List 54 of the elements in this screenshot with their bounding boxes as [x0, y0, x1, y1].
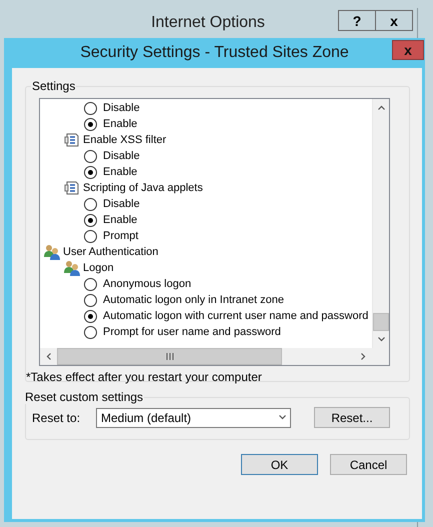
ok-button[interactable]: OK: [241, 454, 318, 475]
radio-button[interactable]: [84, 198, 97, 210]
script-icon: [64, 132, 80, 148]
setting-label: Enable XSS filter: [83, 134, 166, 146]
option-label: Disable: [103, 102, 140, 114]
cancel-button[interactable]: Cancel: [330, 454, 407, 475]
reset-dropdown[interactable]: Medium (default): [96, 408, 291, 428]
window-title: Security Settings - Trusted Sites Zone: [80, 44, 349, 62]
radio-button[interactable]: [84, 166, 97, 178]
chevron-up-icon: [378, 105, 385, 110]
dropdown-value: Medium (default): [101, 410, 192, 424]
option-label: Automatic logon with current user name and password: [103, 310, 368, 322]
vertical-scrollbar[interactable]: [372, 99, 389, 348]
group-label: Settings: [31, 79, 76, 93]
radio-button[interactable]: [84, 150, 97, 162]
reset-button[interactable]: Reset...: [314, 407, 390, 428]
group-label: Reset custom settings: [24, 390, 144, 404]
script-icon: [64, 180, 80, 196]
radio-button[interactable]: [84, 278, 97, 290]
option-label: Enable: [103, 214, 138, 226]
radio-button[interactable]: [84, 294, 97, 306]
chevron-right-icon: [361, 353, 366, 360]
radio-button[interactable]: [84, 230, 97, 242]
window-title: Internet Options: [150, 14, 266, 32]
category-label: Logon: [83, 262, 114, 274]
scrollbar-thumb[interactable]: [373, 313, 389, 331]
option-label: Enable: [103, 118, 138, 130]
grip-icon: [166, 353, 174, 360]
title-bar-button[interactable]: ?: [339, 11, 375, 30]
chevron-left-icon: [46, 353, 51, 360]
close-button[interactable]: x: [392, 40, 424, 60]
option-label: Automatic logon only in Intranet zone: [103, 294, 284, 306]
scrollbar-thumb[interactable]: [57, 348, 282, 365]
setting-label: Scripting of Java applets: [83, 182, 203, 194]
option-label: Disable: [103, 150, 140, 162]
radio-button[interactable]: [84, 214, 97, 226]
option-label: Prompt for user name and password: [103, 326, 281, 338]
option-label: Disable: [103, 198, 140, 210]
chevron-down-icon: [378, 337, 385, 342]
chevron-down-icon: [279, 415, 286, 420]
radio-button[interactable]: [84, 310, 97, 322]
option-label: Anonymous logon: [103, 278, 192, 290]
radio-button[interactable]: [84, 118, 97, 130]
users-icon: [44, 244, 60, 260]
radio-button[interactable]: [84, 326, 97, 338]
category-label: User Authentication: [63, 246, 158, 258]
title-bar-button[interactable]: x: [375, 11, 412, 30]
field-label: Reset to:: [32, 410, 82, 424]
horizontal-scrollbar[interactable]: [40, 348, 372, 365]
footnote: *Takes effect after you restart your computer: [26, 370, 263, 384]
option-label: Enable: [103, 166, 138, 178]
radio-button[interactable]: [84, 102, 97, 114]
option-label: Prompt: [103, 230, 138, 242]
users-icon: [64, 260, 80, 276]
